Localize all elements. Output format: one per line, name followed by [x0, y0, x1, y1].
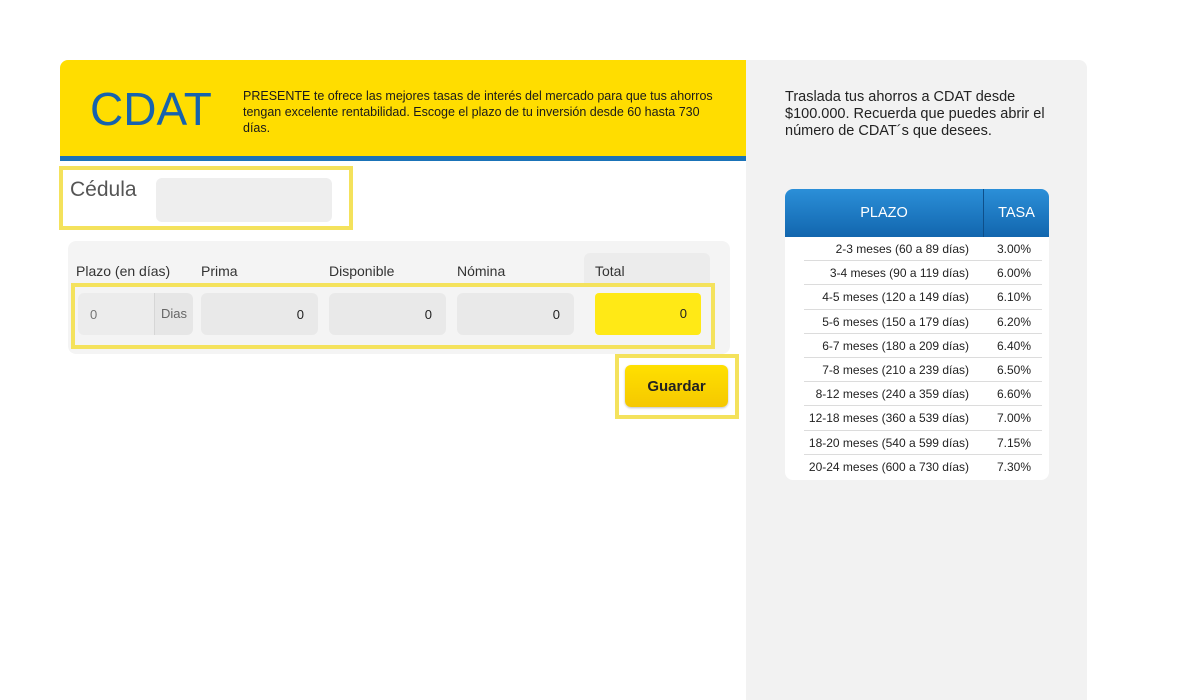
page-title: CDAT — [90, 83, 212, 135]
total-value: 0 — [595, 293, 701, 335]
rate-plazo: 6-7 meses (180 a 209 días) — [822, 338, 969, 353]
rate-plazo: 12-18 meses (360 a 539 días) — [808, 411, 969, 426]
rate-tasa: 6.40% — [997, 338, 1032, 353]
rate-plazo: 5-6 meses (150 a 179 días) — [822, 314, 969, 329]
table-row: 20-24 meses (600 a 730 días) 7.30% — [804, 455, 1042, 479]
rate-tasa: 7.15% — [997, 435, 1032, 450]
rates-table-body: 2-3 meses (60 a 89 días) 3.00% 3-4 meses … — [804, 237, 1042, 479]
rates-table: PLAZO TASA 2-3 meses (60 a 89 días) 3.00%… — [785, 189, 1049, 480]
rates-header-plazo: PLAZO — [860, 205, 908, 221]
table-row: 7-8 meses (210 a 239 días) 6.50% — [804, 358, 1042, 383]
sidebar-info-text: Traslada tus ahorros a CDAT desde $100.0… — [785, 89, 1045, 139]
cdat-header: CDAT PRESENTE te ofrece las mejores tasa… — [60, 60, 746, 161]
table-row: 4-5 meses (120 a 149 días) 6.10% — [804, 285, 1042, 310]
dias-addon: Dias — [154, 293, 193, 335]
cedula-highlight: Cédula — [59, 166, 353, 230]
rates-table-header: PLAZO TASA — [785, 189, 1049, 237]
rate-plazo: 18-20 meses (540 a 599 días) — [808, 435, 969, 450]
nomina-input[interactable] — [457, 293, 574, 335]
rate-plazo: 8-12 meses (240 a 359 días) — [815, 387, 969, 402]
column-header-total: Total — [595, 263, 625, 279]
sidebar: Traslada tus ahorros a CDAT desde $100.0… — [746, 60, 1087, 700]
rate-plazo: 20-24 meses (600 a 730 días) — [808, 459, 969, 474]
table-row: 8-12 meses (240 a 359 días) 6.60% — [804, 382, 1042, 407]
cedula-label: Cédula — [70, 178, 137, 201]
column-header-prima: Prima — [201, 263, 238, 279]
plazo-input[interactable] — [78, 293, 154, 335]
column-header-plazo: Plazo (en días) — [76, 263, 171, 279]
rate-tasa: 3.00% — [997, 242, 1032, 256]
save-button[interactable]: Guardar — [625, 365, 728, 407]
rate-plazo: 7-8 meses (210 a 239 días) — [822, 362, 969, 377]
table-row: 2-3 meses (60 a 89 días) 3.00% — [804, 237, 1042, 262]
rate-tasa: 6.10% — [997, 290, 1032, 305]
rate-plazo: 4-5 meses (120 a 149 días) — [822, 290, 969, 305]
column-header-nomina: Nómina — [457, 263, 506, 279]
cedula-input[interactable] — [156, 178, 332, 222]
rate-tasa: 6.20% — [997, 314, 1032, 329]
rate-plazo: 2-3 meses (60 a 89 días) — [835, 242, 969, 256]
table-row: 5-6 meses (150 a 179 días) 6.20% — [804, 310, 1042, 334]
header-description: PRESENTE te ofrece las mejores tasas de … — [243, 89, 713, 135]
table-row: 3-4 meses (90 a 119 días) 6.00% — [804, 261, 1042, 286]
rate-plazo: 3-4 meses (90 a 119 días) — [829, 266, 969, 281]
column-header-disponible: Disponible — [329, 263, 395, 279]
rate-tasa: 7.30% — [997, 459, 1032, 474]
rate-tasa: 6.50% — [997, 362, 1032, 377]
prima-input[interactable] — [201, 293, 318, 335]
table-row: 18-20 meses (540 a 599 días) 7.15% — [804, 431, 1042, 455]
table-row: 12-18 meses (360 a 539 días) 7.00% — [804, 406, 1042, 431]
table-row: 6-7 meses (180 a 209 días) 6.40% — [804, 334, 1042, 358]
rate-tasa: 7.00% — [997, 411, 1032, 426]
rate-tasa: 6.00% — [997, 266, 1032, 281]
rate-tasa: 6.60% — [997, 387, 1032, 402]
disponible-input[interactable] — [329, 293, 446, 335]
rates-header-tasa: TASA — [998, 205, 1035, 221]
